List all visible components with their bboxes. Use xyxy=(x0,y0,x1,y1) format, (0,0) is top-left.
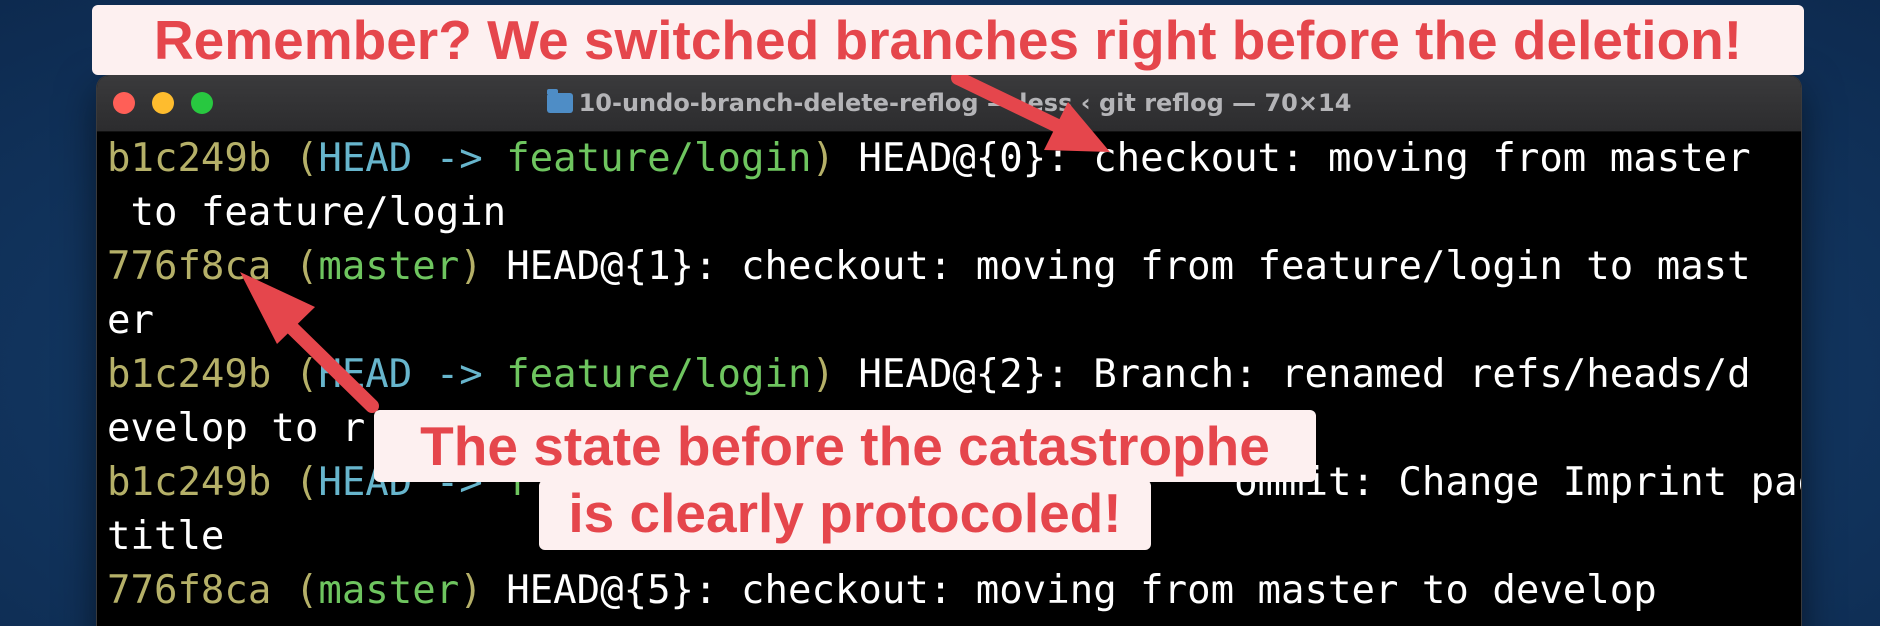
terminal-segment-hash: b1c249b xyxy=(107,460,272,505)
terminal-segment-hash: b1c249b xyxy=(107,136,272,181)
terminal-segment-branch: master xyxy=(318,568,460,613)
terminal-segment-paren: ) xyxy=(459,244,483,289)
window-title-text: 10-undo-branch-delete-reflog — less ‹ gi… xyxy=(578,89,1352,117)
terminal-segment-text: HEAD@{2}: Branch: renamed refs/heads/d xyxy=(834,352,1751,397)
terminal-segment-text: er xyxy=(107,298,154,343)
terminal-segment-paren: ) xyxy=(811,352,835,397)
terminal-segment-hash: 776f8ca xyxy=(107,568,272,613)
terminal-segment-arrow: -> xyxy=(412,352,507,397)
terminal-segment-paren: ) xyxy=(459,568,483,613)
terminal-segment-paren: ( xyxy=(271,244,319,289)
terminal-segment-text: evelop to r xyxy=(107,406,366,451)
folder-icon xyxy=(546,89,573,113)
terminal-segment-text: to feature/login xyxy=(107,190,507,235)
terminal-segment-head: HEAD xyxy=(318,352,413,397)
terminal-segment-branch: feature/login xyxy=(506,352,812,397)
terminal-line: 776f8ca (master) HEAD@{5}: checkout: mov… xyxy=(107,564,1797,618)
terminal-segment-paren: ( xyxy=(271,136,319,181)
terminal-segment-arrow: -> xyxy=(412,136,507,181)
window-title: 10-undo-branch-delete-reflog — less ‹ gi… xyxy=(97,89,1801,117)
bottom-callout-line-2: is clearly protocoled! xyxy=(539,480,1151,550)
title-bar[interactable]: 10-undo-branch-delete-reflog — less ‹ gi… xyxy=(97,76,1801,132)
terminal-segment-branch: feature/login xyxy=(506,136,812,181)
terminal-line: to feature/login xyxy=(107,186,1797,240)
terminal-segment-head: HEAD xyxy=(318,136,413,181)
terminal-segment-text: title xyxy=(107,514,225,559)
terminal-segment-paren: ( xyxy=(271,352,319,397)
terminal-segment-paren: ( xyxy=(271,568,319,613)
bottom-callout-line-1: The state before the catastrophe xyxy=(374,410,1316,482)
terminal-line: b1c249b (HEAD -> feature/login) HEAD@{0}… xyxy=(107,132,1797,186)
terminal-segment-hash: b1c249b xyxy=(107,352,272,397)
terminal-line: 776f8ca (master) HEAD@{1}: checkout: mov… xyxy=(107,240,1797,294)
terminal-segment-text: HEAD@{5}: checkout: moving from master t… xyxy=(482,568,1657,613)
terminal-line: er xyxy=(107,294,1797,348)
terminal-segment-text: HEAD@{1}: checkout: moving from feature/… xyxy=(482,244,1751,289)
terminal-line: b1c249b (HEAD -> feature/login) HEAD@{2}… xyxy=(107,348,1797,402)
terminal-segment-paren: ) xyxy=(811,136,835,181)
terminal-segment-hash: 776f8ca xyxy=(107,244,272,289)
terminal-segment-branch: master xyxy=(318,244,460,289)
terminal-segment-text: HEAD@{0}: checkout: moving from master xyxy=(834,136,1751,181)
terminal-segment-paren: ( xyxy=(271,460,319,505)
top-callout: Remember? We switched branches right bef… xyxy=(92,5,1804,75)
